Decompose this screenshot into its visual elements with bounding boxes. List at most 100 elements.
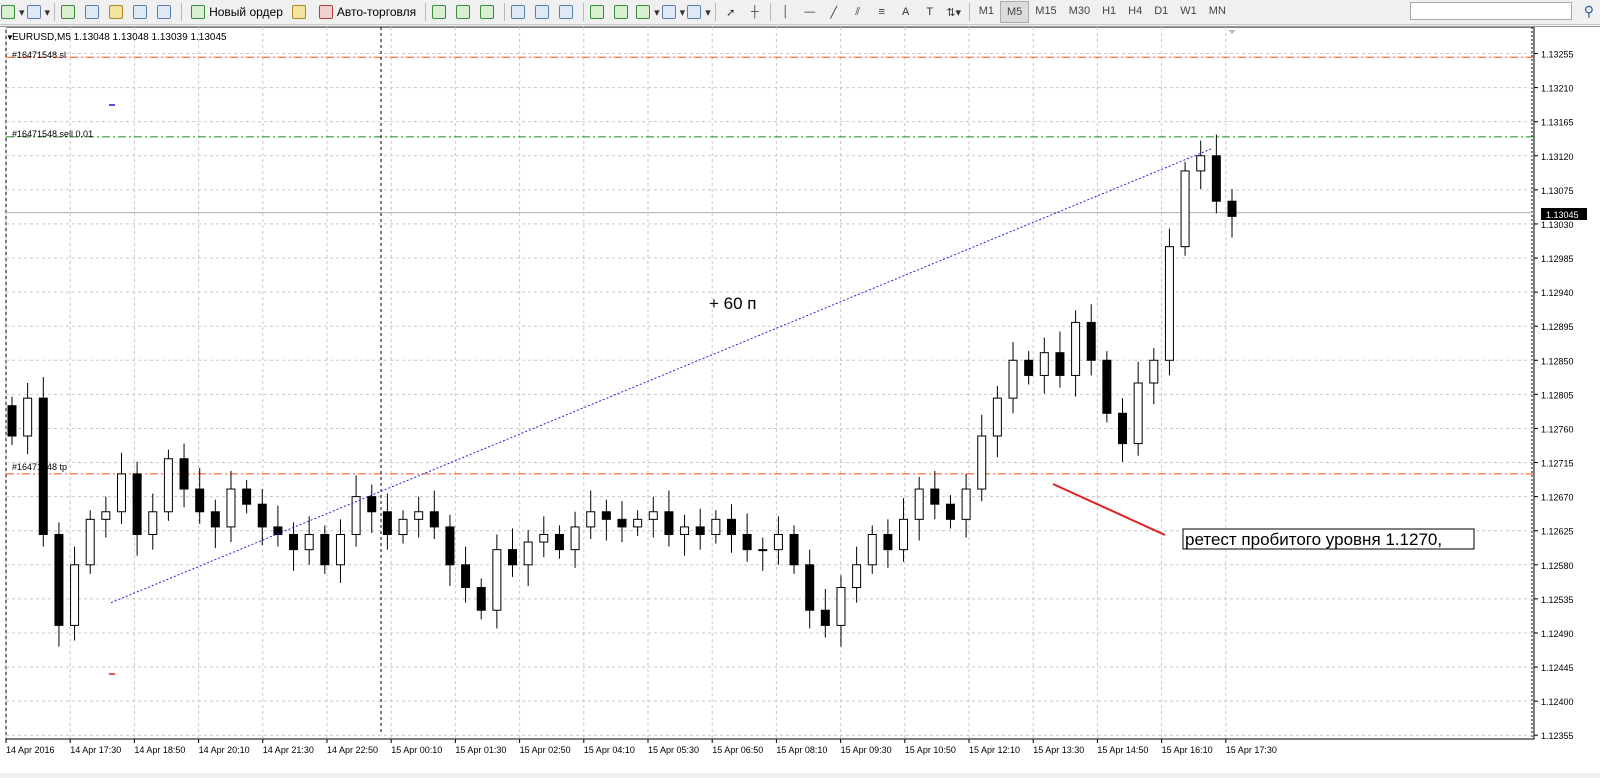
pips-annotation[interactable]: + 60 п [709, 294, 757, 313]
crosshair-move-icon [85, 5, 100, 19]
sl-label: #16471548 sl [12, 50, 66, 60]
price-tick-label: 1.12895 [1541, 322, 1574, 332]
equidistant-channel-tool[interactable]: ⫽ [847, 2, 869, 22]
timeframe-m1[interactable]: M1 [973, 1, 1000, 21]
price-chart[interactable]: 1.13255 1.13210 1.13165 1.13120 1.13075 1.130… [0, 26, 1600, 773]
candle-body [398, 518, 408, 535]
price-tick-label: 1.12580 [1541, 561, 1574, 571]
timeframe-mn[interactable]: MN [1203, 1, 1232, 21]
fibonacci-icon: ≡ [878, 6, 885, 18]
timeframe-m30[interactable]: M30 [1063, 1, 1096, 21]
chart-shift-marker-icon[interactable] [1228, 30, 1236, 34]
time-tick-label: 14 Apr 20:10 [199, 745, 250, 755]
retest-pointer-line[interactable] [1052, 483, 1166, 536]
retest-annotation: ретест пробитого уровня 1.1270, [1185, 530, 1442, 549]
time-tick-label: 15 Apr 17:30 [1226, 745, 1277, 755]
strategy-tester-button[interactable] [155, 2, 177, 22]
candle-body [1024, 359, 1034, 376]
indicators-button[interactable]: ▾ [636, 2, 660, 22]
market-watch-button[interactable] [59, 2, 81, 22]
text-label-tool[interactable]: T [919, 2, 941, 22]
vertical-line-tool[interactable]: │ [775, 2, 797, 22]
terminal-button[interactable] [131, 2, 153, 22]
candle-body [617, 518, 627, 528]
candle-body [163, 458, 173, 513]
timeframe-h4[interactable]: H4 [1122, 1, 1148, 21]
candle-body [101, 511, 111, 520]
tp-label: #16471548 tp [12, 462, 67, 472]
fibonacci-tool[interactable]: ≡ [871, 2, 893, 22]
bar-chart-button[interactable] [430, 2, 452, 22]
candle-body [70, 564, 80, 626]
line-chart-button[interactable] [478, 2, 500, 22]
zoom-in-button[interactable] [509, 2, 531, 22]
search-input[interactable] [1410, 2, 1572, 20]
candle-body [977, 435, 987, 490]
horizontal-line-icon: — [804, 6, 816, 18]
timeframe-d1[interactable]: D1 [1148, 1, 1174, 21]
trendline-tool[interactable]: ╱ [823, 2, 845, 22]
candle-body [570, 526, 580, 551]
candlesticks-button[interactable] [454, 2, 476, 22]
metaeditor-button[interactable] [290, 2, 312, 22]
new-chart-button[interactable]: ▾ [1, 2, 25, 22]
candle-body [836, 587, 846, 626]
time-tick-label: 15 Apr 04:10 [584, 745, 635, 755]
data-window-button[interactable] [83, 2, 105, 22]
profiles-button[interactable]: ▾ [26, 2, 50, 22]
autoscroll-button[interactable] [588, 2, 610, 22]
candle-body [539, 533, 549, 543]
candle-body [382, 511, 392, 535]
new-order-icon [191, 5, 206, 19]
crosshair-tool[interactable]: ┼ [744, 2, 766, 22]
candle-body [820, 609, 830, 626]
new-order-button[interactable]: Новый ордер [186, 2, 288, 22]
templates-button[interactable]: ▾ [687, 2, 711, 22]
candle-body [1008, 359, 1018, 399]
cursor-tool[interactable]: ➚ [720, 2, 742, 22]
candles [7, 134, 1237, 647]
market-watch-icon [61, 5, 76, 19]
price-tick-label: 1.13255 [1541, 50, 1574, 60]
time-tick-label: 15 Apr 02:50 [520, 745, 571, 755]
indicators-icon [636, 5, 651, 19]
chart-shift-button[interactable] [612, 2, 634, 22]
candle-body [742, 533, 752, 551]
candle-body [726, 518, 736, 535]
time-tick-label: 14 Apr 22:50 [327, 745, 378, 755]
toolbar-separator [181, 3, 183, 21]
arrows-tool[interactable]: ⇅▾ [943, 2, 965, 22]
text-tool[interactable]: A [895, 2, 917, 22]
timeframe-m5[interactable]: M5 [1000, 1, 1030, 23]
navigator-button[interactable] [107, 2, 129, 22]
candle-body [773, 533, 783, 551]
timeframe-m15[interactable]: M15 [1029, 1, 1062, 21]
candle-body [1196, 155, 1206, 172]
arrows-icon: ⇅▾ [946, 6, 962, 19]
candle-body [1118, 412, 1128, 445]
terminal-icon [133, 5, 148, 19]
auto-trading-button[interactable]: Авто-торговля [314, 2, 421, 22]
zoom-out-button[interactable] [533, 2, 555, 22]
price-tick-label: 1.12940 [1541, 288, 1574, 298]
candle-body [601, 511, 611, 520]
candle-body [930, 488, 940, 505]
horizontal-line-tool[interactable]: — [799, 2, 821, 22]
cursor-icon: ➚ [726, 6, 736, 19]
candle-body [132, 473, 142, 535]
tile-windows-button[interactable] [557, 2, 579, 22]
search-icon[interactable]: ⚲ [1584, 3, 1594, 20]
price-tick-label: 1.12985 [1541, 254, 1574, 264]
price-tick-label: 1.13075 [1541, 186, 1574, 196]
time-tick-label: 15 Apr 08:10 [776, 745, 827, 755]
candle-body [195, 488, 205, 513]
vertical-line-icon: │ [782, 6, 790, 18]
auto-trading-icon [318, 5, 333, 19]
timeframe-w1[interactable]: W1 [1174, 1, 1203, 21]
timeframe-h1[interactable]: H1 [1096, 1, 1122, 21]
collapse-arrow-icon[interactable]: ▼ [6, 33, 14, 42]
time-tick-label: 15 Apr 05:30 [648, 745, 699, 755]
chart-window[interactable]: 1.13255 1.13210 1.13165 1.13120 1.13075 1.130… [0, 26, 1600, 773]
bar-chart-icon [432, 5, 447, 19]
periods-button[interactable]: ▾ [661, 2, 685, 22]
